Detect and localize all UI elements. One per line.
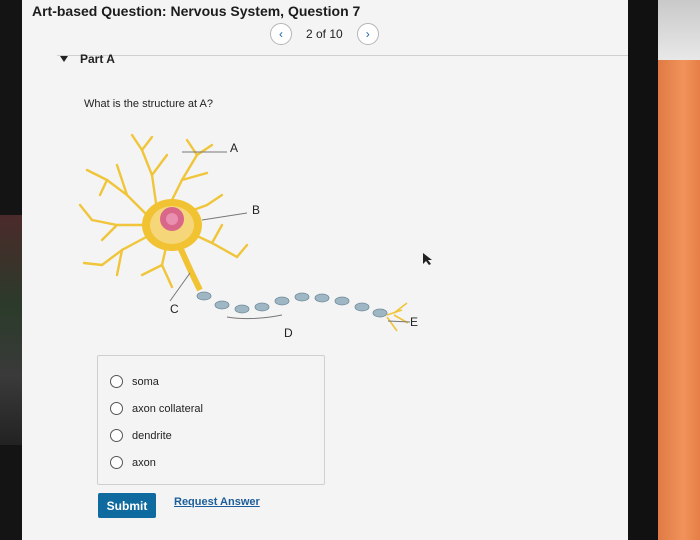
collapse-triangle-icon xyxy=(60,56,68,62)
background-surface xyxy=(658,0,700,540)
option-label: axon xyxy=(132,456,156,469)
radio-button[interactable] xyxy=(110,375,123,388)
radio-button[interactable] xyxy=(110,456,123,469)
option-soma[interactable]: soma xyxy=(110,375,159,388)
next-question-button[interactable]: › xyxy=(356,23,379,45)
label-b: B xyxy=(252,203,260,217)
axon-terminal xyxy=(386,302,409,332)
question-text: What is the structure at A? xyxy=(84,98,214,110)
option-label: dendrite xyxy=(132,429,172,442)
screen-bezel-right xyxy=(628,0,658,540)
radio-button[interactable] xyxy=(110,402,123,415)
label-d: D xyxy=(284,326,293,340)
question-pager: ‹ 2 of 10 › xyxy=(270,22,379,46)
label-line-d xyxy=(226,314,283,320)
mouse-cursor-icon xyxy=(423,253,432,265)
pager-status: 2 of 10 xyxy=(306,27,343,41)
option-dendrite[interactable]: dendrite xyxy=(110,429,172,442)
option-axon-collateral[interactable]: axon collateral xyxy=(110,402,203,415)
neuron-figure: A B C D E xyxy=(78,133,418,340)
label-line-b xyxy=(201,212,248,221)
nucleus-center xyxy=(166,213,178,225)
label-c: C xyxy=(170,302,179,316)
answer-options: soma axon collateral dendrite axon xyxy=(97,355,325,485)
submit-button[interactable]: Submit xyxy=(98,493,156,518)
option-label: soma xyxy=(132,375,159,388)
prev-question-button[interactable]: ‹ xyxy=(270,23,292,45)
request-answer-link[interactable]: Request Answer xyxy=(174,496,260,508)
page-title: Art-based Question: Nervous System, Ques… xyxy=(32,3,361,19)
question-panel: Art-based Question: Nervous System, Ques… xyxy=(22,0,628,540)
label-e: E xyxy=(410,315,418,329)
myelin-segments xyxy=(196,291,388,318)
background-surface-top xyxy=(658,0,700,60)
label-a: A xyxy=(230,141,238,155)
option-axon[interactable]: axon xyxy=(110,456,156,469)
chevron-left-icon: ‹ xyxy=(279,27,283,41)
section-divider xyxy=(57,55,628,56)
chevron-right-icon: › xyxy=(365,27,370,41)
part-label: Part A xyxy=(80,52,115,66)
radio-button[interactable] xyxy=(110,429,123,442)
part-a-toggle[interactable]: Part A xyxy=(60,52,115,66)
option-label: axon collateral xyxy=(132,402,203,415)
